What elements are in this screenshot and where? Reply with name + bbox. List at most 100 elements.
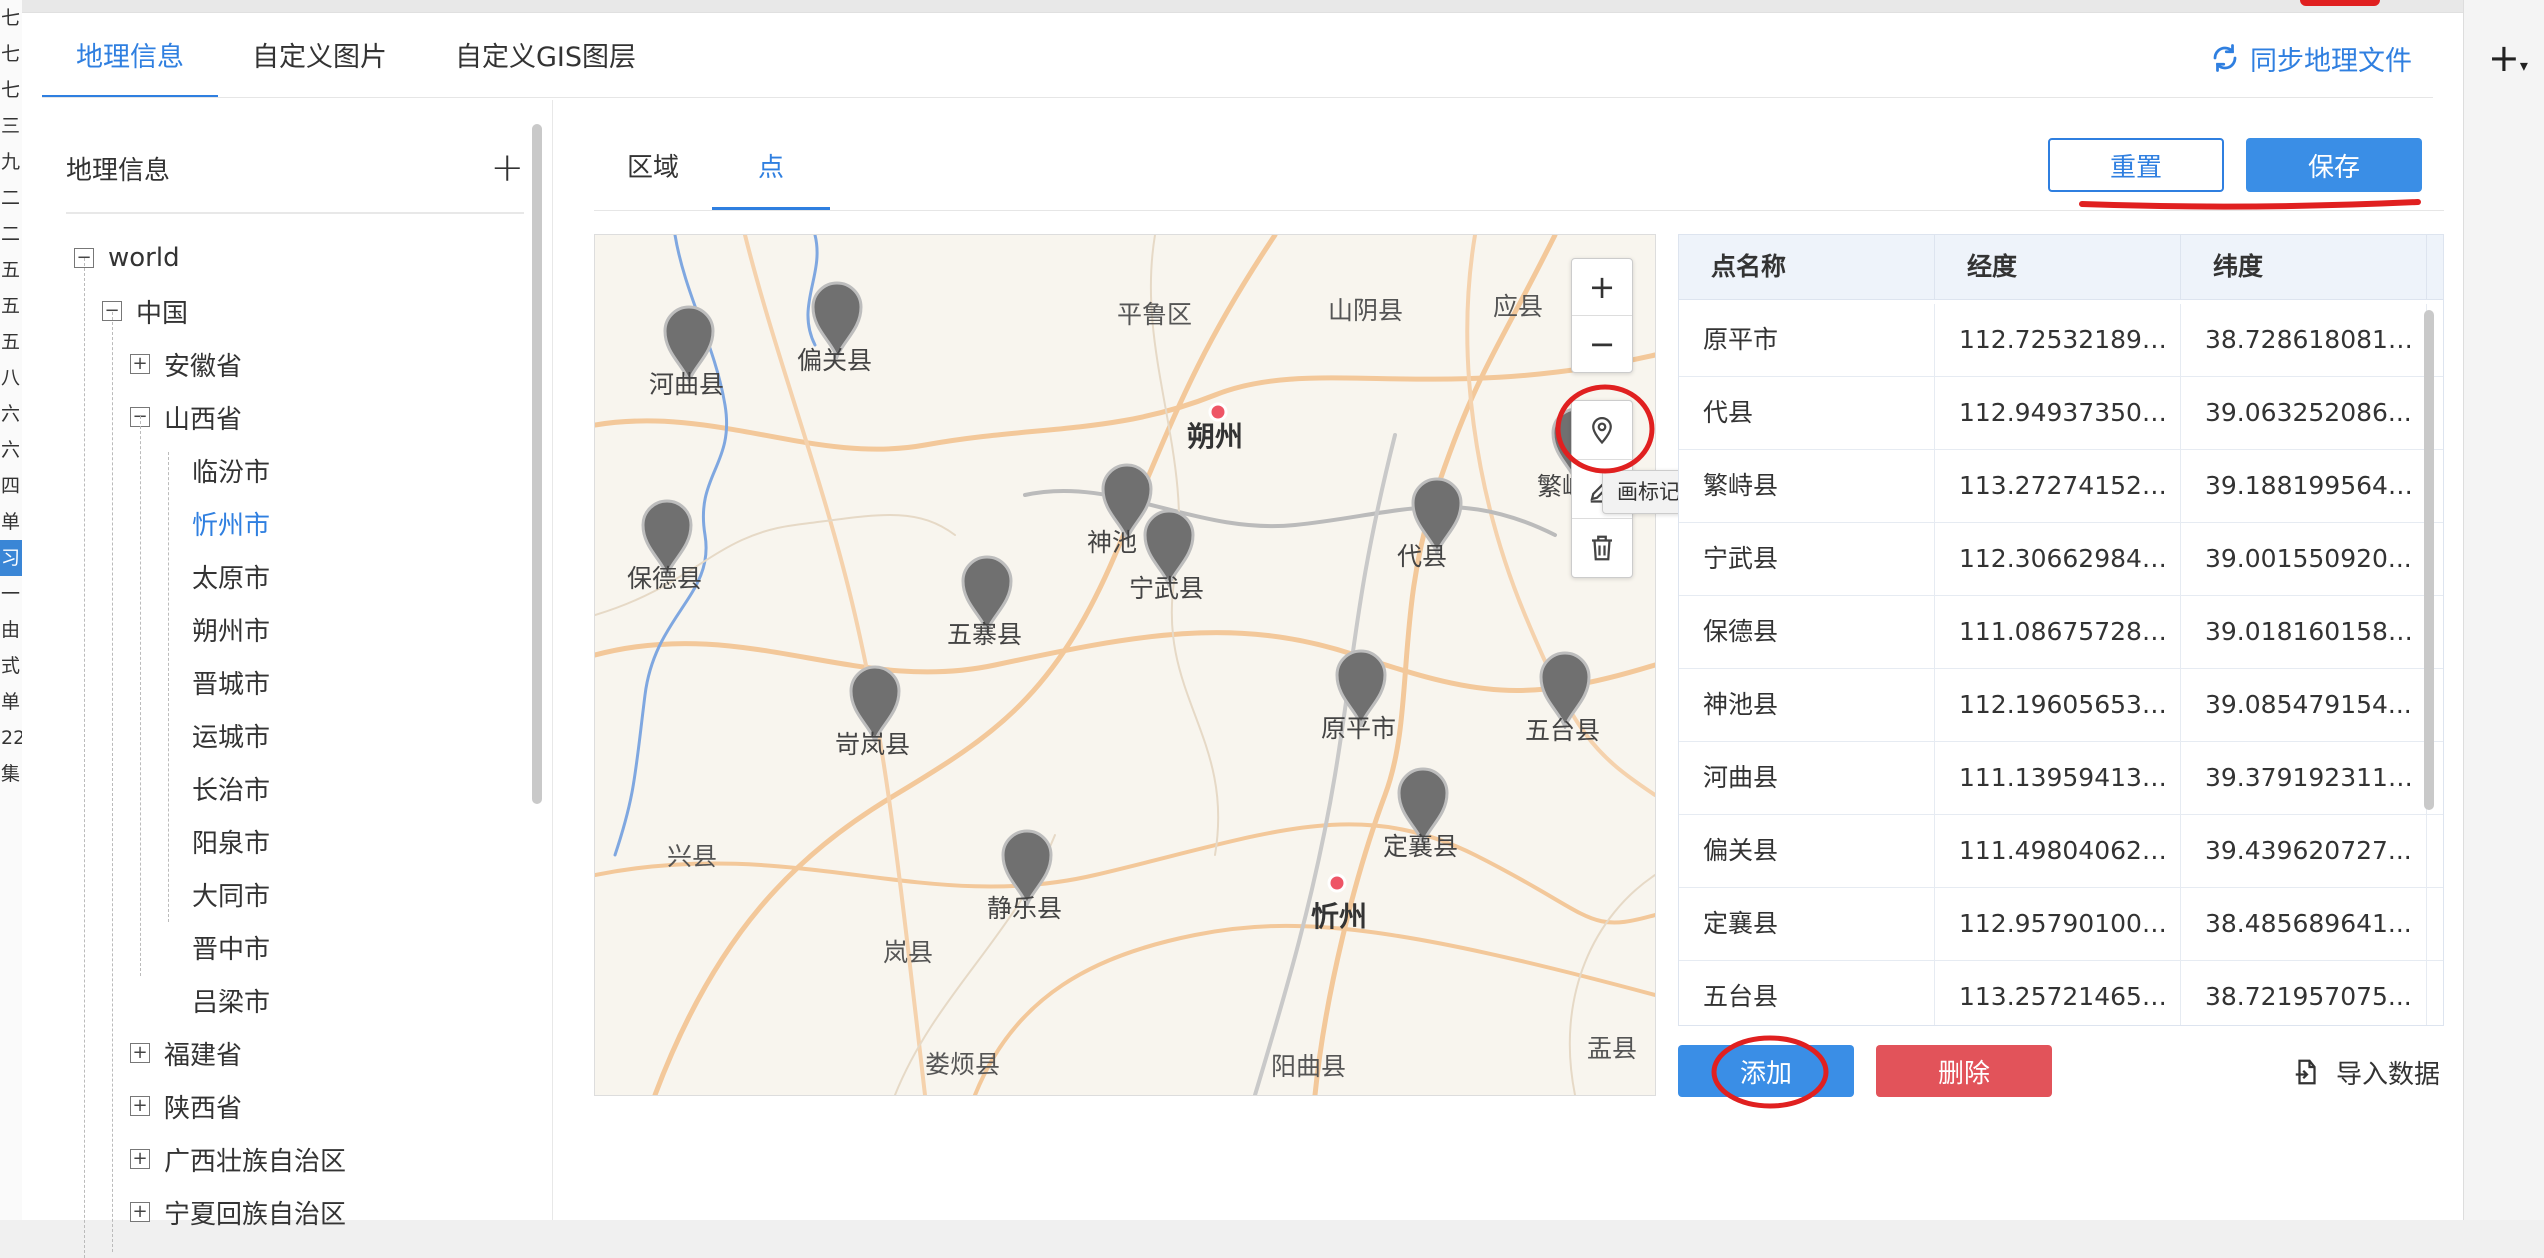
table-row[interactable]: 保德县 111.086757280... 39.0181601586... — [1679, 596, 2443, 669]
map-marker[interactable]: 河曲县 — [649, 303, 724, 399]
cell-latitude: 39.0181601586... — [2181, 596, 2427, 668]
edge-text: 五 — [1, 259, 21, 281]
add-menu-button[interactable]: +▾ — [2488, 36, 2528, 80]
cell-latitude: 39.3791923117... — [2181, 742, 2427, 814]
tree-node[interactable]: 临汾市 — [192, 444, 270, 496]
expand-icon[interactable]: + — [130, 1202, 150, 1222]
zoom-in-button[interactable]: + — [1572, 259, 1632, 316]
map-marker[interactable]: 偏关县 — [797, 279, 872, 375]
edge-text: 229 — [1, 727, 22, 749]
sync-geo-file-button[interactable]: 同步地理文件 — [2210, 30, 2412, 86]
tree-node[interactable]: + 陕西省 — [130, 1080, 242, 1132]
add-node-button[interactable]: + — [490, 148, 524, 188]
map-place-label: 岚县 — [883, 938, 934, 967]
map-marker[interactable]: 岢岚县 — [835, 663, 910, 759]
tree-node[interactable]: 吕梁市 — [192, 974, 270, 1026]
tree-node[interactable]: 长治市 — [192, 762, 270, 814]
tree-node[interactable]: 运城市 — [192, 709, 270, 761]
map-marker[interactable]: 宁武县 — [1129, 507, 1204, 603]
table-row[interactable]: 神池县 112.196056538... 39.085479154... — [1679, 669, 2443, 742]
expand-icon[interactable]: + — [130, 1149, 150, 1169]
tree-node[interactable]: + 宁夏回族自治区 — [130, 1186, 346, 1238]
delete-shape-button[interactable] — [1572, 519, 1632, 577]
tree-node-label: 太原市 — [192, 563, 271, 594]
import-data-button[interactable]: 导入数据 — [2292, 1050, 2440, 1094]
tree-node-label: 中国 — [136, 298, 189, 329]
cell-longitude: 112.725321898... — [1935, 304, 2181, 376]
tree-node[interactable]: 晋中市 — [192, 921, 270, 973]
table-row[interactable]: 偏关县 111.498040621... 39.439620727... — [1679, 815, 2443, 888]
cell-point-name: 偏关县 — [1679, 815, 1935, 887]
save-button[interactable]: 保存 — [2246, 138, 2422, 192]
table-row[interactable]: 定襄县 112.957901009... 38.485689641... — [1679, 888, 2443, 961]
map-place-label: 应县 — [1493, 292, 1544, 321]
tree-node[interactable]: 大同市 — [192, 868, 270, 920]
tab-custom-gis-layer[interactable]: 自定义GIS图层 — [421, 18, 670, 98]
expand-icon[interactable]: + — [130, 1043, 150, 1063]
tree-node[interactable]: − 中国 — [102, 285, 188, 337]
expand-icon[interactable]: + — [130, 354, 150, 374]
map-marker[interactable]: 静乐县 — [987, 827, 1062, 923]
tree-node[interactable]: 晋城市 — [192, 656, 270, 708]
tab-geo-info[interactable]: 地理信息 — [42, 18, 218, 98]
tree-node[interactable]: + 安徽省 — [130, 338, 242, 390]
add-button[interactable]: 添加 — [1678, 1045, 1854, 1097]
expand-icon[interactable]: + — [130, 1096, 150, 1116]
map-place-label: 朔州 — [1187, 420, 1244, 453]
cell-latitude: 38.485689641... — [2181, 888, 2427, 960]
table-row[interactable]: 原平市 112.725321898... 38.7286180815... — [1679, 304, 2443, 377]
header-latitude[interactable]: 纬度 — [2181, 235, 2427, 299]
table-row[interactable]: 繁峙县 113.272741520... 39.1881995647... — [1679, 450, 2443, 523]
table-scrollbar[interactable] — [2424, 310, 2434, 810]
tab-point[interactable]: 点 — [712, 130, 830, 210]
cell-latitude: 39.001550920... — [2181, 523, 2427, 595]
map-background — [595, 235, 1655, 1095]
table-row[interactable]: 河曲县 111.1395941381... 39.3791923117... — [1679, 742, 2443, 815]
tree-node[interactable]: − 山西省 — [130, 391, 242, 443]
cell-longitude: 112.306629845... — [1935, 523, 2181, 595]
draw-marker-button[interactable] — [1572, 401, 1632, 460]
cell-point-name: 宁武县 — [1679, 523, 1935, 595]
tree-node[interactable]: 太原市 — [192, 550, 270, 602]
window-top-bar — [22, 0, 2463, 13]
tree-node-label: 晋城市 — [192, 669, 271, 700]
tree-node-label: 运城市 — [192, 722, 271, 753]
zoom-out-button[interactable]: − — [1572, 316, 1632, 372]
delete-button[interactable]: 删除 — [1876, 1045, 2052, 1097]
map-marker-label: 偏关县 — [797, 346, 873, 375]
tab-region[interactable]: 区域 — [594, 130, 712, 210]
edge-text: 五 — [1, 295, 21, 317]
map-marker[interactable]: 定襄县 — [1383, 765, 1458, 861]
map-marker[interactable]: 原平市 — [1321, 647, 1396, 743]
map-marker[interactable]: 代县 — [1397, 475, 1465, 571]
header-point-name[interactable]: 点名称 — [1679, 235, 1935, 299]
table-row[interactable]: 代县 112.949373502... 39.063252086... — [1679, 377, 2443, 450]
cell-point-name: 原平市 — [1679, 304, 1935, 376]
table-row[interactable]: 宁武县 112.306629845... 39.001550920... — [1679, 523, 2443, 596]
tree-node[interactable]: + 福建省 — [130, 1027, 242, 1079]
tree-node-label: 宁夏回族自治区 — [164, 1199, 347, 1230]
import-icon — [2295, 1059, 2316, 1085]
tree-node-label: 福建省 — [164, 1040, 243, 1071]
map-marker[interactable]: 保德县 — [627, 497, 702, 593]
tree-node[interactable]: 忻州市 — [192, 497, 270, 549]
tab-custom-image[interactable]: 自定义图片 — [218, 18, 421, 98]
reset-button[interactable]: 重置 — [2048, 138, 2224, 192]
tree-node-label: 安徽省 — [164, 351, 243, 382]
tree-node[interactable]: 朔州市 — [192, 603, 270, 655]
edge-text: 一 — [1, 583, 21, 605]
header-longitude[interactable]: 经度 — [1935, 235, 2181, 299]
tree-node[interactable]: − world — [74, 232, 180, 284]
tree-scrollbar[interactable] — [532, 124, 542, 804]
map-marker[interactable]: 五寨县 — [947, 553, 1022, 649]
map-place-label: 忻州 — [1311, 900, 1368, 933]
panel-divider — [552, 100, 553, 1220]
map-view[interactable]: 平鲁区 山阴县 应县 朔州 兴县 岚县 娄烦县 阳曲县 盂县 忻州 河曲县 偏关县 保德县 神池 宁武县 代… — [594, 234, 1656, 1096]
tree-node[interactable]: + 广西壮族自治区 — [130, 1133, 346, 1185]
tree-node[interactable]: 阳泉市 — [192, 815, 270, 867]
map-place-label: 盂县 — [1587, 1034, 1638, 1063]
points-table: 点名称 经度 纬度 原平市 112.725321898... 38.72861808… — [1678, 234, 2444, 1026]
table-row[interactable]: 五台县 113.257214650... 38.721957075... — [1679, 961, 2443, 1025]
tree-node-label: 晋中市 — [192, 934, 271, 965]
map-marker[interactable]: 五台县 — [1525, 649, 1600, 745]
